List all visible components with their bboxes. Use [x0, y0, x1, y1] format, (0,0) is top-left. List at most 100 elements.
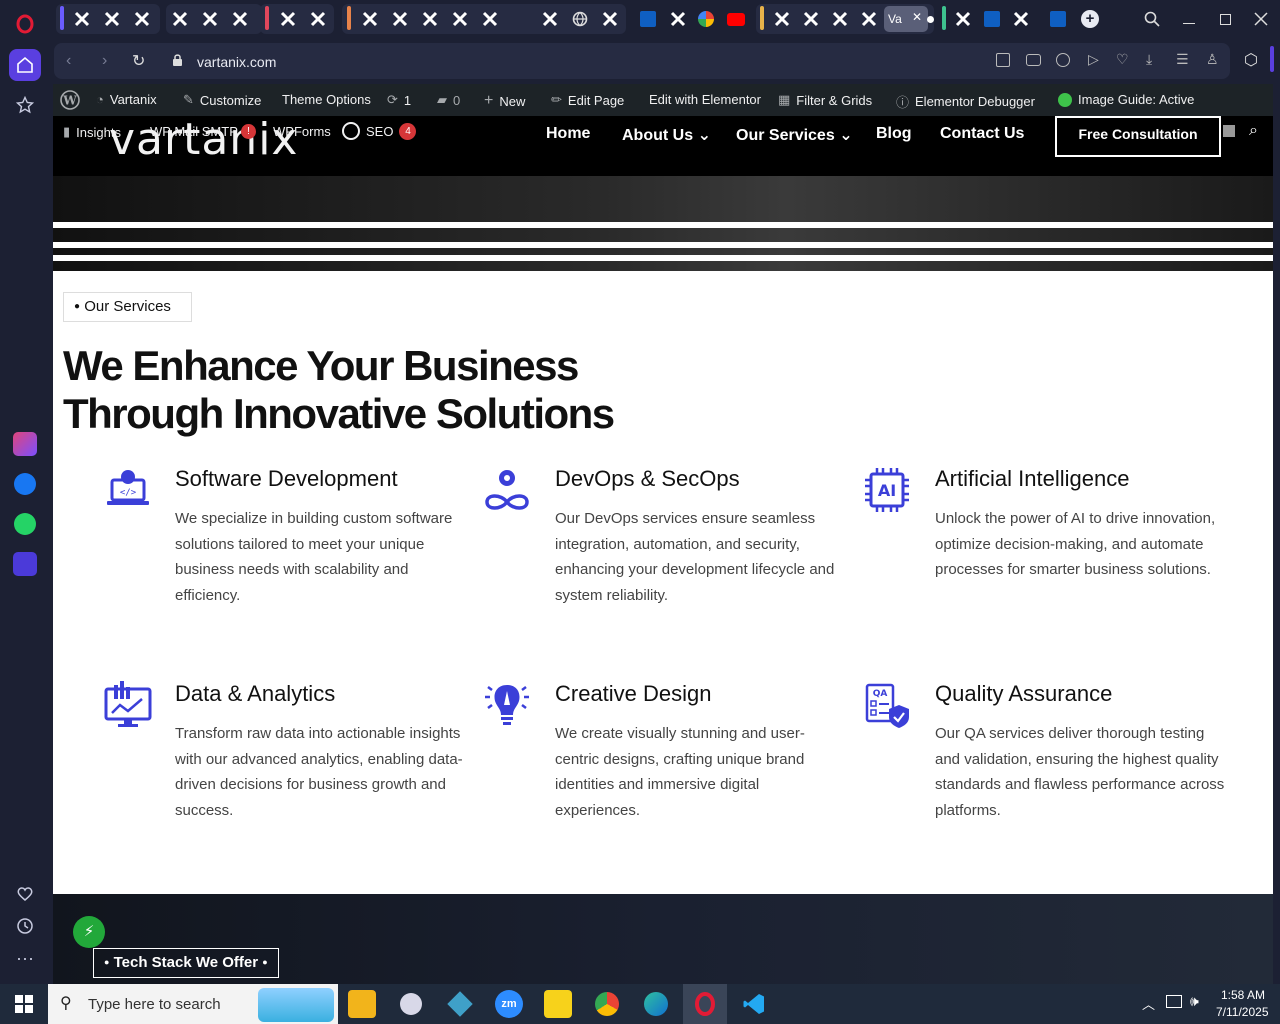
- wp-customize[interactable]: ✎ Customize: [183, 92, 261, 108]
- tab-outlook-icon[interactable]: [637, 8, 659, 30]
- avatar[interactable]: [1223, 125, 1235, 137]
- tab-x-icon[interactable]: [389, 8, 411, 30]
- wp-new[interactable]: + New: [484, 92, 525, 110]
- tray-chevron-up-icon[interactable]: ︿: [1142, 994, 1155, 1013]
- forward-icon[interactable]: ›: [102, 52, 107, 70]
- close-window-icon[interactable]: [1250, 8, 1272, 30]
- tab-youtube-icon[interactable]: [725, 8, 747, 30]
- tab-x-icon[interactable]: [169, 8, 191, 30]
- chrome-icon[interactable]: [593, 990, 621, 1018]
- wp-edit-page[interactable]: ✏ Edit Page: [551, 92, 624, 108]
- tab-outlook-icon[interactable]: [981, 8, 1003, 30]
- sticky-notes-icon[interactable]: [544, 990, 572, 1018]
- tab-x-icon[interactable]: [599, 8, 621, 30]
- taskbar-search-box[interactable]: ⚲ Type here to search: [48, 984, 338, 1024]
- wp-site-name[interactable]: ◔ Vartanix: [96, 92, 157, 107]
- wp-mail-smtp[interactable]: WP Mail SMTP: [150, 124, 238, 139]
- tab-x-icon[interactable]: [800, 8, 822, 30]
- tab-x-icon[interactable]: [277, 8, 299, 30]
- edge-icon[interactable]: [642, 990, 670, 1018]
- active-tab[interactable]: Va ✕: [884, 6, 928, 32]
- clock-time[interactable]: 1:58 AM: [1221, 988, 1265, 1002]
- tab-search-icon[interactable]: [1141, 8, 1163, 30]
- download-icon[interactable]: ⤓: [1146, 51, 1152, 68]
- send-icon[interactable]: ▷: [1088, 51, 1099, 68]
- music-player-icon[interactable]: [9, 548, 41, 580]
- nav-contact[interactable]: Contact Us: [940, 125, 1024, 143]
- aria-icon[interactable]: [9, 428, 41, 460]
- tab-x-icon[interactable]: [829, 8, 851, 30]
- heart-icon[interactable]: [9, 878, 41, 910]
- extensions-cube-icon[interactable]: ⬡: [1244, 50, 1258, 70]
- tab-x-icon[interactable]: [131, 8, 153, 30]
- easy-setup-icon[interactable]: ☰: [1176, 51, 1189, 68]
- nav-services[interactable]: Our Services ⌄: [736, 125, 853, 145]
- camera-icon[interactable]: [1026, 54, 1041, 66]
- wp-logo-icon[interactable]: W: [60, 90, 80, 110]
- wp-insights[interactable]: ▮ Insights: [63, 124, 121, 140]
- nav-blog[interactable]: Blog: [876, 125, 912, 143]
- tab-x-icon[interactable]: [449, 8, 471, 30]
- tab-x-icon[interactable]: [1010, 8, 1032, 30]
- tab-x-icon[interactable]: [359, 8, 381, 30]
- network-icon[interactable]: [1166, 995, 1182, 1008]
- tab-x-icon[interactable]: [952, 8, 974, 30]
- new-tab-plus-icon[interactable]: +: [1079, 8, 1101, 30]
- tab-x-icon[interactable]: [539, 8, 561, 30]
- opera-taskbar-icon[interactable]: [691, 990, 719, 1018]
- restore-icon[interactable]: [1214, 8, 1236, 30]
- wp-filter-grids[interactable]: ▦ Filter & Grids: [778, 92, 872, 108]
- back-icon[interactable]: ‹: [66, 52, 71, 70]
- tab-google-icon[interactable]: [695, 8, 717, 30]
- minimize-icon[interactable]: [1178, 8, 1200, 30]
- site-search-icon[interactable]: ⌕: [1249, 122, 1258, 140]
- wp-elementor-debugger[interactable]: ⓘ Elementor Debugger: [896, 92, 1035, 111]
- tab-x-icon[interactable]: [858, 8, 880, 30]
- tab-x-icon[interactable]: [101, 8, 123, 30]
- snip-tool-icon[interactable]: [397, 990, 425, 1018]
- tab-x-icon[interactable]: [229, 8, 251, 30]
- reload-icon[interactable]: ↻: [132, 51, 145, 71]
- lock-icon[interactable]: [172, 53, 183, 72]
- free-consultation-button[interactable]: Free Consultation: [1055, 116, 1221, 157]
- more-dots-icon[interactable]: ···: [9, 942, 41, 974]
- wp-edit-elementor[interactable]: Edit with Elementor: [649, 92, 761, 107]
- vscode-icon[interactable]: [740, 990, 768, 1018]
- clock-date[interactable]: 7/11/2025: [1216, 1005, 1269, 1019]
- home-icon[interactable]: [9, 49, 41, 81]
- windows-start-icon[interactable]: [10, 990, 38, 1018]
- bookmarks-star-icon[interactable]: [9, 89, 41, 121]
- share-icon[interactable]: [996, 53, 1010, 67]
- tab-x-icon[interactable]: [307, 8, 329, 30]
- bolt-badge-icon[interactable]: ⚡: [73, 916, 105, 948]
- scrollbar-track[interactable]: [1273, 84, 1280, 984]
- opera-logo-icon[interactable]: [9, 8, 41, 40]
- url-text[interactable]: vartanix.com: [197, 54, 276, 70]
- zoom-icon[interactable]: zm: [495, 990, 523, 1018]
- tab-x-icon[interactable]: [199, 8, 221, 30]
- tab-x-icon[interactable]: [71, 8, 93, 30]
- close-tab-icon[interactable]: ✕: [912, 10, 922, 24]
- profile-icon[interactable]: ♙: [1206, 51, 1219, 68]
- adblock-icon[interactable]: [1056, 53, 1070, 67]
- tab-x-icon[interactable]: [667, 8, 689, 30]
- tab-x-icon[interactable]: [771, 8, 793, 30]
- tab-globe-icon[interactable]: [569, 8, 591, 30]
- wp-forms[interactable]: WPForms: [273, 124, 331, 139]
- wp-image-guide[interactable]: Image Guide: Active: [1058, 92, 1194, 107]
- tab-x-icon[interactable]: [479, 8, 501, 30]
- app-diamond-icon[interactable]: [446, 990, 474, 1018]
- nav-about[interactable]: About Us ⌄: [622, 125, 711, 145]
- tab-outlook-icon[interactable]: [1047, 8, 1069, 30]
- whatsapp-icon[interactable]: [9, 508, 41, 540]
- wp-seo[interactable]: SEO 4: [342, 122, 417, 140]
- messenger-icon[interactable]: [9, 468, 41, 500]
- wp-theme-options[interactable]: Theme Options: [282, 92, 371, 107]
- volume-icon[interactable]: 🕪: [1190, 993, 1199, 1010]
- history-clock-icon[interactable]: [9, 910, 41, 942]
- wp-comments[interactable]: ▰ 0: [437, 92, 460, 108]
- tab-x-icon[interactable]: [419, 8, 441, 30]
- favorite-heart-icon[interactable]: ♡: [1116, 51, 1129, 68]
- address-bar[interactable]: ‹ › ↻ vartanix.com ▷ ♡ ⤓ ☰ ♙: [54, 43, 1230, 79]
- nav-home[interactable]: Home: [546, 125, 590, 143]
